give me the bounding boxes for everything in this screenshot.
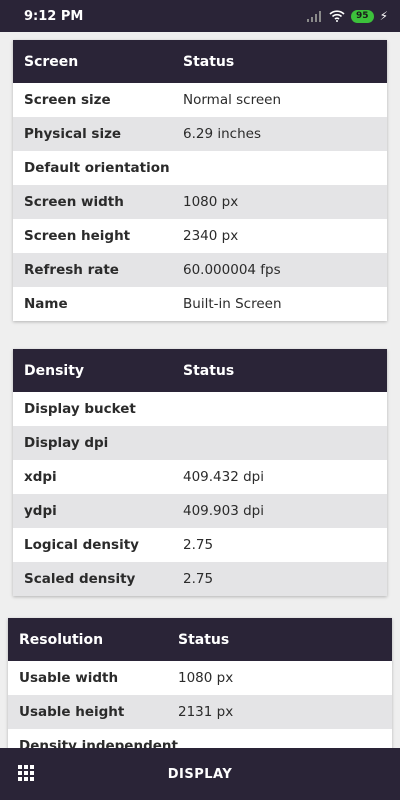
row-value: Normal screen [183,92,282,108]
nav-title: DISPLAY [167,766,233,782]
row-label: xdpi [24,469,57,485]
signal-icon [307,10,322,22]
status-icons: 95 ⚡ [307,9,388,23]
charging-icon: ⚡ [379,9,388,23]
status-time: 9:12 PM [24,8,84,24]
row-label: Usable height [19,704,125,720]
row-label: Usable width [19,670,119,686]
grid-menu-icon[interactable] [18,765,36,783]
table-row: ydpi 409.903 dpi [13,494,387,528]
row-label: Scaled density [24,571,136,587]
resolution-card-header: Resolution Status [8,618,392,661]
table-row: Refresh rate 60.000004 fps [13,253,387,287]
density-card-header: Density Status [13,349,387,392]
row-label: Default orientation [24,160,170,176]
row-value: Built-in Screen [183,296,282,312]
battery-icon: 95 [351,9,374,23]
table-row: Screen height 2340 px [13,219,387,253]
screen-card: Screen Status Screen size Normal screen P… [13,40,387,321]
row-value: 409.903 dpi [183,503,265,519]
row-label: Screen width [24,194,124,210]
row-label: Name [24,296,68,312]
resolution-rows: Usable width 1080 px Usable height 2131 px… [8,661,392,748]
table-row: Display dpi [13,426,387,460]
density-rows: Display bucket Display dpi xdpi 409.432 d… [13,392,387,596]
table-row: Usable height 2131 px [8,695,392,729]
row-value: 2.75 [183,571,214,587]
table-row: Logical density 2.75 [13,528,387,562]
wifi-icon [329,10,345,22]
screen-rows: Screen size Normal screen Physical size 6.… [13,83,387,321]
table-row: Name Built-in Screen [13,287,387,321]
table-row: Screen width 1080 px [13,185,387,219]
table-row: Display bucket [13,392,387,426]
table-row: Default orientation [13,151,387,185]
header-label: Resolution [19,631,104,648]
header-label: Screen [24,53,79,70]
row-value: 2.75 [183,537,214,553]
row-label: Screen size [24,92,111,108]
row-label: Display dpi [24,435,109,451]
table-row: xdpi 409.432 dpi [13,460,387,494]
header-label: Density [24,362,85,379]
table-row: Usable width 1080 px [8,661,392,695]
header-status: Status [178,631,230,648]
resolution-card: Resolution Status Usable width 1080 px Us… [8,618,392,748]
row-value: 1080 px [178,670,234,686]
table-row: Screen size Normal screen [13,83,387,117]
row-label: ydpi [24,503,57,519]
row-value: 6.29 inches [183,126,261,142]
row-value: 60.000004 fps [183,262,281,278]
row-value: 2340 px [183,228,239,244]
header-status: Status [183,362,235,379]
row-value: 1080 px [183,194,239,210]
bottom-nav: DISPLAY [0,748,400,800]
row-value: 409.432 dpi [183,469,265,485]
row-label: Physical size [24,126,122,142]
row-label: Logical density [24,537,139,553]
row-label: Screen height [24,228,131,244]
screen-card-header: Screen Status [13,40,387,83]
row-label: Refresh rate [24,262,119,278]
table-row: Density independent [8,729,392,748]
table-row: Physical size 6.29 inches [13,117,387,151]
row-value: 2131 px [178,704,234,720]
density-card: Density Status Display bucket Display dp… [13,349,387,596]
content-scroll[interactable]: Screen Status Screen size Normal screen P… [0,32,400,748]
row-label: Display bucket [24,401,136,417]
status-bar: 9:12 PM 95 ⚡ [0,0,400,32]
header-status: Status [183,53,235,70]
table-row: Scaled density 2.75 [13,562,387,596]
row-label: Density independent [19,738,178,748]
